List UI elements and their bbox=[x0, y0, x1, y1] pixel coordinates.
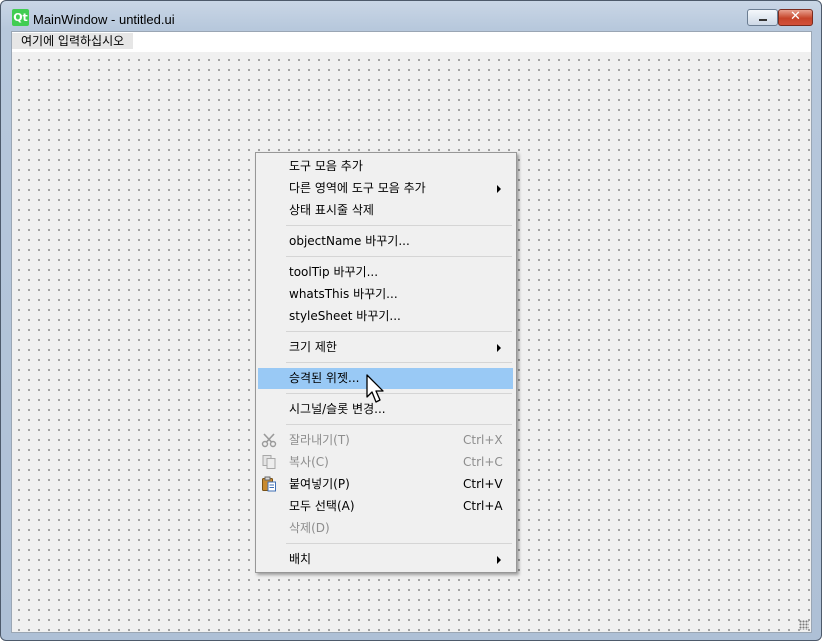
menu-item-label: styleSheet 바꾸기... bbox=[289, 309, 401, 323]
menu-item-change-stylesheet[interactable]: styleSheet 바꾸기... bbox=[258, 306, 513, 327]
menu-separator bbox=[286, 424, 512, 425]
window-title: MainWindow - untitled.ui bbox=[33, 12, 175, 27]
menu-item-label: 다른 영역에 도구 모음 추가 bbox=[289, 181, 426, 195]
submenu-arrow-icon bbox=[497, 556, 501, 564]
menu-item-change-objectname[interactable]: objectName 바꾸기... bbox=[258, 231, 513, 252]
menu-item-label: whatsThis 바꾸기... bbox=[289, 287, 398, 301]
menu-item-delete[interactable]: 삭제(D) bbox=[258, 518, 513, 539]
minimize-button[interactable] bbox=[747, 9, 778, 26]
menu-item-shortcut: Ctrl+A bbox=[463, 499, 503, 513]
submenu-arrow-icon bbox=[497, 344, 501, 352]
menu-item-add-toolbar-other-area[interactable]: 다른 영역에 도구 모음 추가 bbox=[258, 178, 513, 199]
close-button[interactable]: ✕ bbox=[778, 9, 813, 26]
submenu-arrow-icon bbox=[497, 185, 501, 193]
scissors-icon bbox=[261, 433, 277, 448]
menu-separator bbox=[286, 393, 512, 394]
menu-item-label: 승격된 위젯... bbox=[289, 371, 360, 385]
menubar-placeholder-item[interactable]: 여기에 입력하십시오 bbox=[12, 33, 134, 49]
menu-separator bbox=[286, 331, 512, 332]
menu-separator bbox=[286, 362, 512, 363]
menu-item-cut[interactable]: 잘라내기(T) Ctrl+X bbox=[258, 430, 513, 451]
menu-item-label: 모두 선택(A) bbox=[289, 499, 355, 513]
minimize-icon bbox=[759, 19, 767, 21]
menu-item-label: 잘라내기(T) bbox=[289, 433, 350, 447]
context-menu: 도구 모음 추가 다른 영역에 도구 모음 추가 상태 표시줄 삭제 objec… bbox=[255, 152, 517, 573]
menu-item-label: 도구 모음 추가 bbox=[289, 159, 363, 173]
menu-item-copy[interactable]: 복사(C) Ctrl+C bbox=[258, 452, 513, 473]
menu-item-select-all[interactable]: 모두 선택(A) Ctrl+A bbox=[258, 496, 513, 517]
resize-grip-icon[interactable] bbox=[799, 620, 809, 630]
qt-logo-icon: Qt bbox=[12, 9, 29, 26]
menu-item-add-toolbar[interactable]: 도구 모음 추가 bbox=[258, 156, 513, 177]
menu-item-label: toolTip 바꾸기... bbox=[289, 265, 379, 279]
menu-item-remove-statusbar[interactable]: 상태 표시줄 삭제 bbox=[258, 200, 513, 221]
paste-icon bbox=[262, 476, 276, 492]
close-icon: ✕ bbox=[790, 9, 801, 24]
menu-bar: 여기에 입력하십시오 bbox=[12, 32, 811, 52]
menu-item-label: 배치 bbox=[289, 552, 312, 566]
copy-icon bbox=[262, 455, 276, 469]
menu-item-label: 복사(C) bbox=[289, 455, 329, 469]
menu-separator bbox=[286, 543, 512, 544]
menu-item-shortcut: Ctrl+V bbox=[463, 477, 503, 491]
menu-separator bbox=[286, 225, 512, 226]
menu-item-label: objectName 바꾸기... bbox=[289, 234, 410, 248]
menu-item-change-whatsthis[interactable]: whatsThis 바꾸기... bbox=[258, 284, 513, 305]
menu-item-layout[interactable]: 배치 bbox=[258, 549, 513, 570]
menu-item-shortcut: Ctrl+C bbox=[463, 455, 503, 469]
menu-item-label: 삭제(D) bbox=[289, 521, 330, 535]
menu-item-size-constraints[interactable]: 크기 제한 bbox=[258, 337, 513, 358]
mouse-pointer-icon bbox=[366, 374, 384, 403]
menu-item-label: 붙여넣기(P) bbox=[289, 477, 350, 491]
title-bar[interactable]: Qt MainWindow - untitled.ui ✕ bbox=[1, 1, 821, 31]
menu-item-paste[interactable]: 붙여넣기(P) Ctrl+V bbox=[258, 474, 513, 495]
menu-item-label: 상태 표시줄 삭제 bbox=[289, 203, 374, 217]
menu-item-change-tooltip[interactable]: toolTip 바꾸기... bbox=[258, 262, 513, 283]
menu-item-label: 크기 제한 bbox=[289, 340, 337, 354]
menu-separator bbox=[286, 256, 512, 257]
menu-item-shortcut: Ctrl+X bbox=[463, 433, 503, 447]
